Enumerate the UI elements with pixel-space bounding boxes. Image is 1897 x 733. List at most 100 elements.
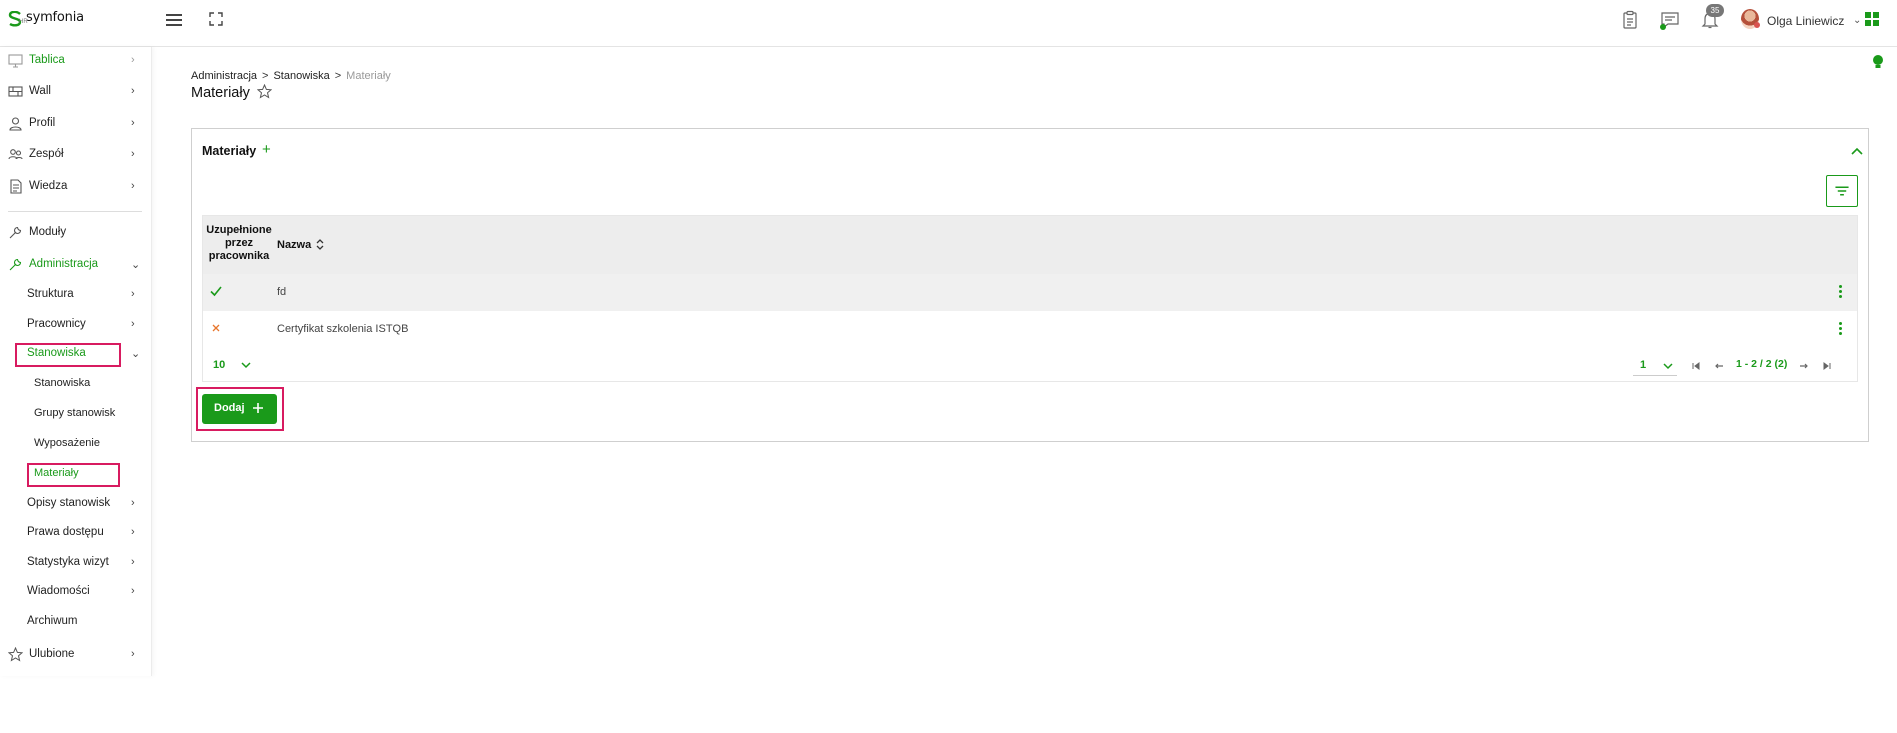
chevron-down-icon <box>241 362 251 369</box>
sidebar-item-tablica[interactable]: Tablica › <box>0 49 150 71</box>
sidebar-item-archiwum[interactable]: Archiwum <box>0 610 150 632</box>
chevron-down-icon: ⌄ <box>131 258 141 271</box>
chevron-down-icon: ⌄ <box>131 347 141 360</box>
brand-name: symfonia <box>26 10 84 25</box>
sidebar-item-struktura[interactable]: Struktura › <box>0 283 150 305</box>
breadcrumb-separator: > <box>334 70 342 82</box>
wrench-icon <box>9 226 22 238</box>
sidebar-item-grupy-stanowisk[interactable]: Grupy stanowisk <box>0 402 150 424</box>
sidebar-item-label: Wall <box>29 85 51 97</box>
presence-status-dot <box>1754 22 1760 28</box>
document-icon <box>10 178 22 194</box>
sidebar-item-ulubione[interactable]: Ulubione › <box>0 643 150 665</box>
user-name[interactable]: Olga Liniewicz <box>1767 14 1844 28</box>
sidebar-item-label: Prawa dostępu <box>27 526 104 538</box>
sidebar-item-wyposazenie[interactable]: Wyposażenie <box>0 432 150 454</box>
filter-button[interactable] <box>1826 175 1858 207</box>
bulb-icon[interactable] <box>1871 54 1885 70</box>
top-bar: symfonia HR 35 Olga Liniewicz ⌄ <box>0 0 1897 47</box>
sidebar-item-label: Moduły <box>29 226 67 238</box>
chevron-right-icon: › <box>131 180 135 192</box>
sidebar-item-statystyka-wizyt[interactable]: Statystyka wizyt › <box>0 551 150 573</box>
chevron-right-icon: › <box>131 85 135 97</box>
chevron-down-icon[interactable]: ⌄ <box>1853 15 1861 26</box>
chevron-right-icon: › <box>131 318 135 330</box>
sidebar-divider <box>8 211 142 212</box>
filter-icon <box>1835 186 1849 196</box>
row-actions-icon[interactable] <box>1839 285 1843 299</box>
column-header-name[interactable]: Nazwa <box>277 239 311 251</box>
current-page-value: 1 <box>1640 359 1647 371</box>
chat-icon[interactable] <box>1660 10 1680 30</box>
page-title: Materiały <box>191 85 250 101</box>
sidebar-item-wall[interactable]: Wall › <box>0 80 150 102</box>
sidebar-item-label: Zespół <box>29 148 64 160</box>
chevron-right-icon: › <box>131 497 135 509</box>
chevron-right-icon: › <box>131 526 135 538</box>
page-size-value: 10 <box>213 359 226 371</box>
sidebar-item-label: Statystyka wizyt <box>27 556 109 568</box>
chevron-right-icon: › <box>131 648 135 660</box>
table-row[interactable]: Certyfikat szkolenia ISTQB <box>203 311 1857 348</box>
first-page-icon[interactable] <box>1691 361 1701 371</box>
sidebar-item-label: Stanowiska <box>34 377 91 389</box>
fullscreen-icon[interactable] <box>209 12 223 26</box>
sidebar-item-label: Grupy stanowisk <box>34 407 116 419</box>
sidebar-item-label: Tablica <box>29 54 65 66</box>
sidebar: Tablica › Wall › Profil › Zespół › Wiedz… <box>0 47 152 676</box>
sidebar-item-wiedza[interactable]: Wiedza › <box>0 175 150 197</box>
sidebar-item-pracownicy[interactable]: Pracownicy › <box>0 313 150 335</box>
sidebar-item-label: Archiwum <box>27 615 78 627</box>
sidebar-item-label: Administracja <box>29 258 99 270</box>
apps-grid-icon[interactable] <box>1865 12 1879 26</box>
table-header: Uzupełnione przez pracownika Nazwa <box>203 216 1857 274</box>
chevron-right-icon: › <box>131 117 135 129</box>
star-icon <box>8 646 23 662</box>
sidebar-item-label: Opisy stanowisk <box>27 497 111 509</box>
chevron-right-icon: › <box>131 556 135 568</box>
sidebar-item-prawa-dostepu[interactable]: Prawa dostępu › <box>0 521 150 543</box>
sidebar-item-administracja[interactable]: Administracja ⌄ <box>0 253 150 275</box>
cross-icon <box>212 324 220 332</box>
sidebar-item-label: Wyposażenie <box>34 437 100 449</box>
row-name: Certyfikat szkolenia ISTQB <box>277 323 409 335</box>
breadcrumb-separator: > <box>262 70 269 82</box>
sidebar-item-stanowiska-list[interactable]: Stanowiska <box>0 372 150 394</box>
highlight-box <box>27 463 120 487</box>
clipboard-icon[interactable] <box>1620 10 1640 30</box>
breadcrumb-item[interactable]: Stanowiska <box>273 70 329 82</box>
sidebar-item-label: Wiedza <box>29 180 68 192</box>
prev-page-icon[interactable] <box>1714 361 1724 371</box>
page-size-select[interactable]: 10 <box>211 357 251 375</box>
panel-title: Materiały <box>202 144 257 158</box>
row-actions-icon[interactable] <box>1839 322 1843 336</box>
table-row[interactable]: fd <box>203 274 1857 311</box>
sidebar-item-moduly[interactable]: Moduły <box>0 221 150 243</box>
highlight-box <box>196 387 284 431</box>
row-name: fd <box>277 286 287 298</box>
sidebar-item-profil[interactable]: Profil › <box>0 112 150 134</box>
breadcrumb-current: Materiały <box>346 70 391 82</box>
sidebar-item-wiadomosci[interactable]: Wiadomości › <box>0 580 150 602</box>
next-page-icon[interactable] <box>1799 361 1809 371</box>
highlight-box <box>15 343 121 367</box>
sidebar-item-label: Pracownicy <box>27 318 86 330</box>
sidebar-item-zespol[interactable]: Zespół › <box>0 143 150 165</box>
breadcrumb-item[interactable]: Administracja <box>191 70 257 82</box>
breadcrumb: Administracja > Stanowiska > Materiały <box>191 70 391 82</box>
notification-count-badge: 35 <box>1706 4 1724 17</box>
add-inline-button[interactable]: + <box>262 141 271 158</box>
chevron-up-icon[interactable] <box>1851 146 1863 156</box>
favorite-star-icon[interactable] <box>257 84 272 99</box>
wall-icon <box>8 85 23 97</box>
sidebar-item-label: Wiadomości <box>27 585 90 597</box>
page-select[interactable]: 1 <box>1633 356 1677 376</box>
last-page-icon[interactable] <box>1822 361 1832 371</box>
sidebar-item-opisy-stanowisk[interactable]: Opisy stanowisk › <box>0 492 150 514</box>
menu-toggle-button[interactable] <box>166 14 182 28</box>
chevron-down-icon <box>1663 363 1673 370</box>
chevron-right-icon: › <box>131 288 135 300</box>
materials-table: Uzupełnione przez pracownika Nazwa fd Ce… <box>202 215 1858 382</box>
sort-icon[interactable] <box>316 238 324 251</box>
brand-sub: HR <box>19 19 28 25</box>
